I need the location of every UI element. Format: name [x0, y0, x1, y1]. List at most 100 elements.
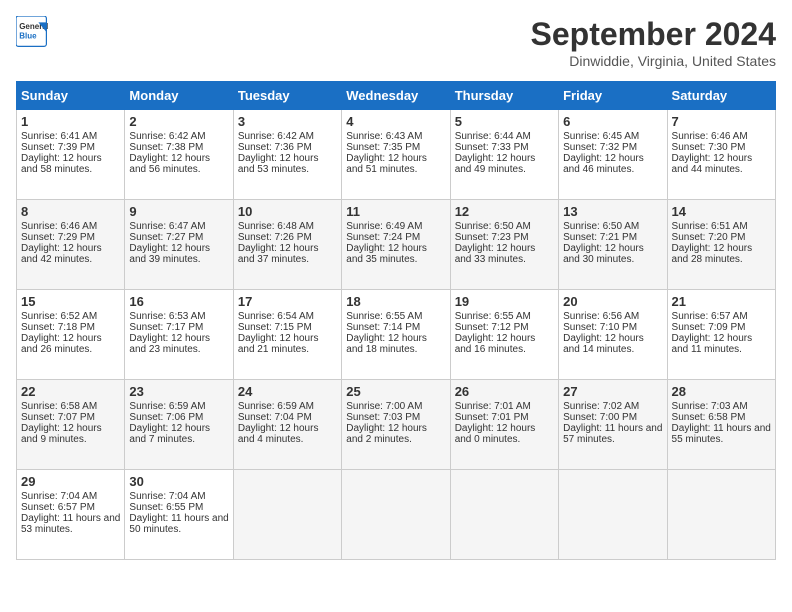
col-sunday: Sunday [17, 82, 125, 110]
svg-text:Blue: Blue [19, 31, 37, 40]
page-subtitle: Dinwiddie, Virginia, United States [531, 53, 776, 69]
table-row: 22Sunrise: 6:58 AMSunset: 7:07 PMDayligh… [17, 380, 125, 470]
daylight-text: Daylight: 12 hours and 30 minutes. [563, 243, 662, 265]
sunset-text: Sunset: 7:27 PM [129, 232, 228, 243]
day-number: 20 [563, 294, 662, 309]
daylight-text: Daylight: 12 hours and 28 minutes. [672, 243, 771, 265]
daylight-text: Daylight: 12 hours and 58 minutes. [21, 153, 120, 175]
daylight-text: Daylight: 12 hours and 26 minutes. [21, 333, 120, 355]
calendar-week-row: 15Sunrise: 6:52 AMSunset: 7:18 PMDayligh… [17, 290, 776, 380]
table-row: 1 Sunrise: 6:41 AMSunset: 7:39 PMDaylight… [17, 110, 125, 200]
sunrise-text: Sunrise: 6:43 AM [346, 131, 445, 142]
sunset-text: Sunset: 7:15 PM [238, 322, 337, 333]
table-row: 13Sunrise: 6:50 AMSunset: 7:21 PMDayligh… [559, 200, 667, 290]
daylight-text: Daylight: 12 hours and 39 minutes. [129, 243, 228, 265]
day-number: 1 [21, 114, 120, 129]
daylight-text: Daylight: 12 hours and 9 minutes. [21, 423, 120, 445]
sunset-text: Sunset: 6:57 PM [21, 502, 120, 513]
calendar-header-row: Sunday Monday Tuesday Wednesday Thursday… [17, 82, 776, 110]
table-row: 12Sunrise: 6:50 AMSunset: 7:23 PMDayligh… [450, 200, 558, 290]
table-row: 20Sunrise: 6:56 AMSunset: 7:10 PMDayligh… [559, 290, 667, 380]
daylight-text: Daylight: 12 hours and 49 minutes. [455, 153, 554, 175]
table-row: 3Sunrise: 6:42 AMSunset: 7:36 PMDaylight… [233, 110, 341, 200]
table-row [450, 470, 558, 560]
day-number: 7 [672, 114, 771, 129]
page-header: General Blue September 2024 Dinwiddie, V… [16, 16, 776, 69]
table-row: 19Sunrise: 6:55 AMSunset: 7:12 PMDayligh… [450, 290, 558, 380]
sunrise-text: Sunrise: 7:01 AM [455, 401, 554, 412]
sunrise-text: Sunrise: 7:04 AM [129, 491, 228, 502]
daylight-text: Daylight: 12 hours and 14 minutes. [563, 333, 662, 355]
day-number: 5 [455, 114, 554, 129]
col-saturday: Saturday [667, 82, 775, 110]
col-tuesday: Tuesday [233, 82, 341, 110]
table-row: 9Sunrise: 6:47 AMSunset: 7:27 PMDaylight… [125, 200, 233, 290]
calendar-week-row: 8Sunrise: 6:46 AMSunset: 7:29 PMDaylight… [17, 200, 776, 290]
day-number: 9 [129, 204, 228, 219]
day-number: 17 [238, 294, 337, 309]
title-area: September 2024 Dinwiddie, Virginia, Unit… [531, 16, 776, 69]
sunrise-text: Sunrise: 7:00 AM [346, 401, 445, 412]
day-number: 27 [563, 384, 662, 399]
daylight-text: Daylight: 12 hours and 0 minutes. [455, 423, 554, 445]
calendar-table: Sunday Monday Tuesday Wednesday Thursday… [16, 81, 776, 560]
col-monday: Monday [125, 82, 233, 110]
daylight-text: Daylight: 12 hours and 11 minutes. [672, 333, 771, 355]
sunrise-text: Sunrise: 6:54 AM [238, 311, 337, 322]
sunset-text: Sunset: 7:32 PM [563, 142, 662, 153]
sunset-text: Sunset: 7:21 PM [563, 232, 662, 243]
day-number: 8 [21, 204, 120, 219]
daylight-text: Daylight: 12 hours and 56 minutes. [129, 153, 228, 175]
table-row: 26 Sunrise: 7:01 AMSunset: 7:01 PMDayligh… [450, 380, 558, 470]
table-row: 11Sunrise: 6:49 AMSunset: 7:24 PMDayligh… [342, 200, 450, 290]
table-row: 24Sunrise: 6:59 AMSunset: 7:04 PMDayligh… [233, 380, 341, 470]
sunset-text: Sunset: 7:39 PM [21, 142, 120, 153]
table-row [233, 470, 341, 560]
logo: General Blue [16, 16, 48, 48]
sunset-text: Sunset: 7:00 PM [563, 412, 662, 423]
table-row: 29Sunrise: 7:04 AMSunset: 6:57 PMDayligh… [17, 470, 125, 560]
sunset-text: Sunset: 6:58 PM [672, 412, 771, 423]
day-number: 26 [455, 384, 554, 399]
table-row: 8Sunrise: 6:46 AMSunset: 7:29 PMDaylight… [17, 200, 125, 290]
sunrise-text: Sunrise: 6:50 AM [563, 221, 662, 232]
calendar-week-row: 1Sunrise: 6:41 AMSunset: 7:39 PMDaylight… [17, 110, 776, 200]
sunset-text: Sunset: 7:17 PM [129, 322, 228, 333]
sunset-text: Sunset: 7:26 PM [238, 232, 337, 243]
sunrise-text: Sunrise: 6:46 AM [672, 131, 771, 142]
day-number: 25 [346, 384, 445, 399]
sunrise-text: Sunrise: 6:58 AM [21, 401, 120, 412]
daylight-text: Daylight: 12 hours and 18 minutes. [346, 333, 445, 355]
sunset-text: Sunset: 7:24 PM [346, 232, 445, 243]
sunset-text: Sunset: 7:33 PM [455, 142, 554, 153]
sunrise-text: Sunrise: 6:55 AM [455, 311, 554, 322]
day-number: 22 [21, 384, 120, 399]
sunrise-text: Sunrise: 6:41 AM [21, 131, 120, 142]
table-row: 4Sunrise: 6:43 AMSunset: 7:35 PMDaylight… [342, 110, 450, 200]
day-number: 15 [21, 294, 120, 309]
sunrise-text: Sunrise: 7:04 AM [21, 491, 120, 502]
sunrise-text: Sunrise: 6:53 AM [129, 311, 228, 322]
sunset-text: Sunset: 7:12 PM [455, 322, 554, 333]
daylight-text: Daylight: 12 hours and 37 minutes. [238, 243, 337, 265]
sunset-text: Sunset: 7:01 PM [455, 412, 554, 423]
sunset-text: Sunset: 7:10 PM [563, 322, 662, 333]
sunrise-text: Sunrise: 7:02 AM [563, 401, 662, 412]
daylight-text: Daylight: 12 hours and 21 minutes. [238, 333, 337, 355]
page-title: September 2024 [531, 16, 776, 53]
day-number: 19 [455, 294, 554, 309]
day-number: 14 [672, 204, 771, 219]
day-number: 4 [346, 114, 445, 129]
day-number: 10 [238, 204, 337, 219]
logo-icon: General Blue [16, 16, 48, 48]
col-wednesday: Wednesday [342, 82, 450, 110]
sunrise-text: Sunrise: 6:49 AM [346, 221, 445, 232]
table-row: 7Sunrise: 6:46 AMSunset: 7:30 PMDaylight… [667, 110, 775, 200]
sunset-text: Sunset: 7:36 PM [238, 142, 337, 153]
day-number: 21 [672, 294, 771, 309]
table-row: 28Sunrise: 7:03 AMSunset: 6:58 PMDayligh… [667, 380, 775, 470]
sunset-text: Sunset: 7:09 PM [672, 322, 771, 333]
calendar-week-row: 22Sunrise: 6:58 AMSunset: 7:07 PMDayligh… [17, 380, 776, 470]
table-row: 18Sunrise: 6:55 AMSunset: 7:14 PMDayligh… [342, 290, 450, 380]
sunset-text: Sunset: 7:38 PM [129, 142, 228, 153]
